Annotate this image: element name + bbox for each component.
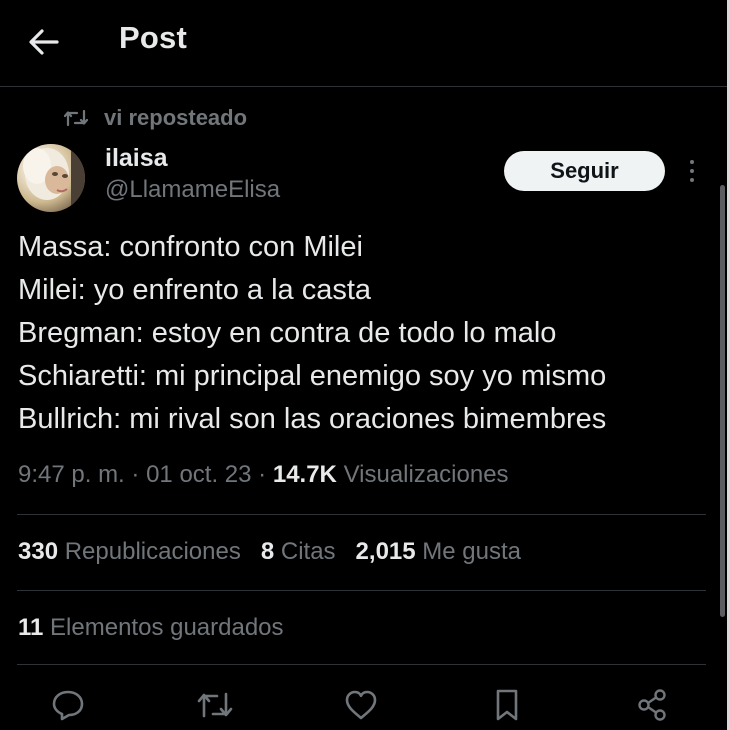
action-bar <box>0 683 727 730</box>
meta-separator: · <box>131 461 140 488</box>
more-dot-icon <box>690 160 694 164</box>
share-button[interactable] <box>632 685 672 725</box>
tweet-line: Massa: confronto con Milei <box>18 231 363 263</box>
more-options-button[interactable] <box>680 156 704 186</box>
bookmark-button[interactable] <box>487 685 527 725</box>
reposts-label: Republicaciones <box>64 538 241 565</box>
reposts-count: 330 <box>18 538 59 565</box>
views-label: Visualizaciones <box>343 461 509 488</box>
post-screen: Post vi reposteado ilaisa @LlamameElisa … <box>0 0 727 730</box>
views-count: 14.7K <box>272 461 337 488</box>
meta-separator: · <box>258 461 267 488</box>
more-dot-icon <box>690 169 694 173</box>
likes-stat[interactable]: 2,015 Me gusta <box>356 538 521 566</box>
divider <box>17 514 706 515</box>
arrow-left-icon <box>29 29 59 55</box>
repost-icon <box>64 107 90 129</box>
more-dot-icon <box>690 178 694 182</box>
author-name[interactable]: ilaisa <box>105 144 168 173</box>
like-icon <box>345 690 377 720</box>
reply-icon <box>52 690 84 721</box>
back-button[interactable] <box>24 22 64 62</box>
page-title: Post <box>119 20 187 55</box>
repost-button[interactable] <box>195 685 235 725</box>
follow-button[interactable]: Seguir <box>504 151 665 191</box>
bookmarks-count: 11 <box>18 614 44 641</box>
tweet-line: Bullrich: mi rival son las oraciones bim… <box>18 403 607 435</box>
tweet-date[interactable]: 01 oct. 23 <box>146 461 251 488</box>
share-icon <box>638 689 666 721</box>
tweet-line: Bregman: estoy en contra de todo lo malo <box>18 317 557 349</box>
quotes-stat[interactable]: 8 Citas <box>261 538 336 566</box>
author-handle[interactable]: @LlamameElisa <box>105 176 280 204</box>
repost-label: vi reposteado <box>104 105 248 130</box>
repost-context[interactable]: vi reposteado <box>64 104 247 132</box>
scrollbar[interactable] <box>720 185 725 617</box>
likes-count: 2,015 <box>355 538 416 565</box>
likes-label: Me gusta <box>422 538 521 565</box>
like-button[interactable] <box>341 685 381 725</box>
quotes-count: 8 <box>260 538 275 565</box>
top-bar: Post <box>0 0 727 87</box>
divider <box>17 590 706 591</box>
engagement-stats: 330 Republicaciones 8 Citas 2,015 Me gus… <box>18 538 521 566</box>
repost-icon <box>197 692 233 718</box>
quotes-label: Citas <box>280 538 336 565</box>
divider <box>17 664 706 665</box>
bookmarks-stat[interactable]: 11 Elementos guardados <box>18 614 284 642</box>
tweet-line: Milei: yo enfrento a la casta <box>18 274 372 306</box>
tweet-meta: 9:47 p. m. · 01 oct. 23 · 14.7K Visualiz… <box>18 461 509 489</box>
tweet-time[interactable]: 9:47 p. m. <box>18 461 125 488</box>
reply-button[interactable] <box>48 685 88 725</box>
tweet-text: Massa: confronto con Milei Milei: yo enf… <box>18 226 718 441</box>
tweet-line: Schiaretti: mi principal enemigo soy yo … <box>18 360 607 392</box>
avatar[interactable] <box>17 144 85 212</box>
bookmark-icon <box>496 689 518 721</box>
reposts-stat[interactable]: 330 Republicaciones <box>18 538 241 566</box>
bookmarks-label: Elementos guardados <box>50 614 284 641</box>
